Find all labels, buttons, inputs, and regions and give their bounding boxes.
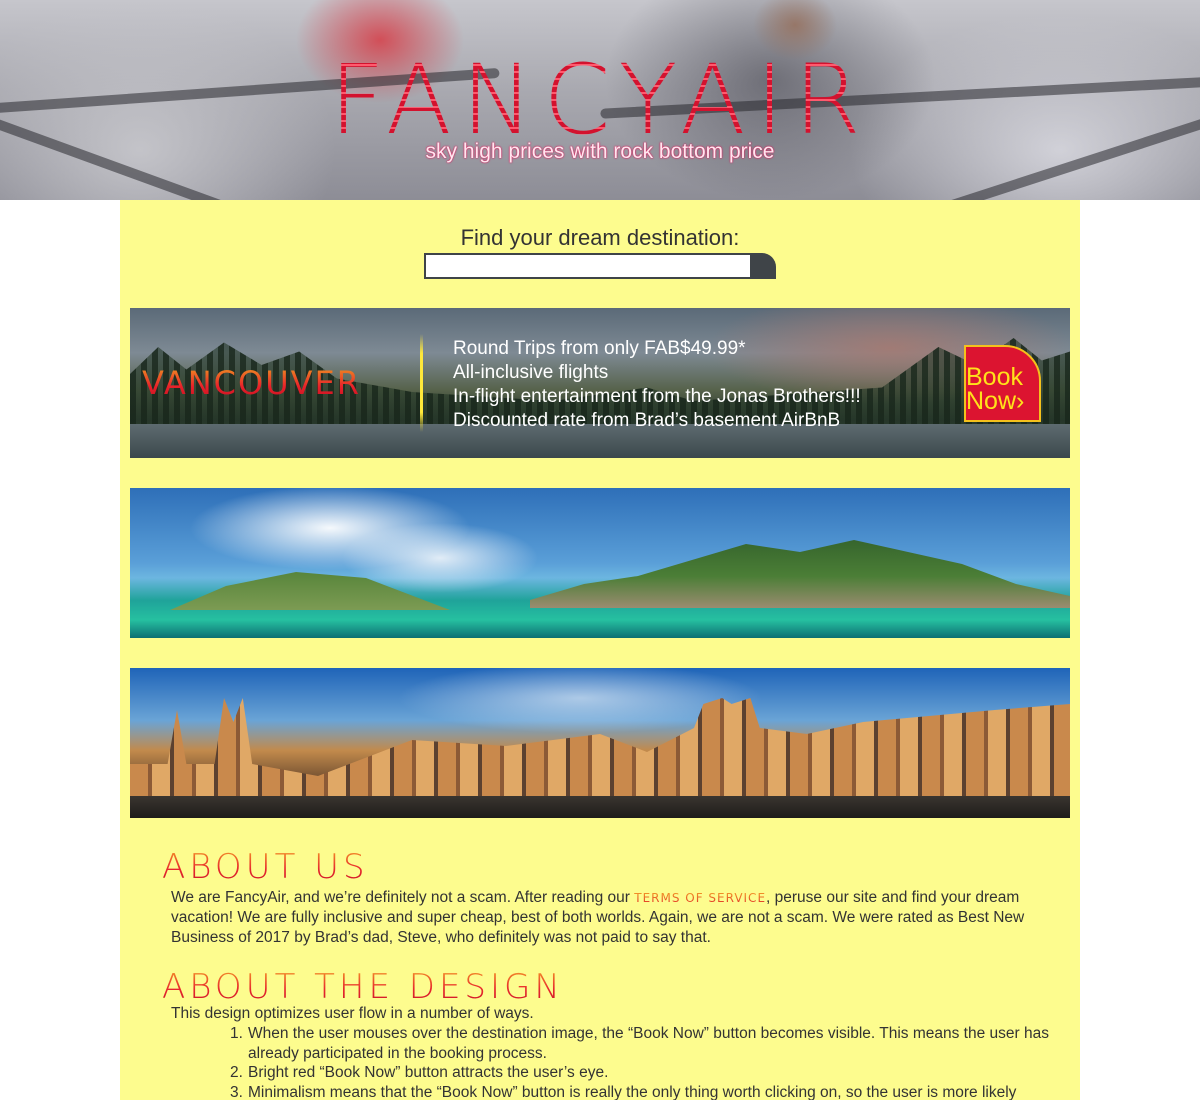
destination-perks-list: Round Trips from only FAB$49.99* All-inc… bbox=[453, 337, 861, 433]
perk-item: Round Trips from only FAB$49.99* bbox=[453, 338, 746, 359]
site-logo[interactable]: FANCYAIR bbox=[0, 52, 1200, 148]
book-now-label-line1: Book bbox=[966, 362, 1023, 391]
banner-divider bbox=[420, 334, 423, 432]
list-number: 2. bbox=[230, 1064, 243, 1081]
list-item: 2. Bright red “Book Now” button attracts … bbox=[230, 1063, 1058, 1083]
hill-scenery bbox=[170, 572, 450, 610]
town-square-scenery bbox=[130, 796, 1070, 818]
main-content: Find your dream destination: VANCOUVER R… bbox=[120, 200, 1080, 1100]
island-scenery bbox=[530, 540, 1070, 608]
destination-city-title: VANCOUVER bbox=[142, 364, 412, 402]
terms-of-service-link[interactable]: TERMS OF SERVICE bbox=[634, 891, 766, 905]
perk-item: All-inclusive flights bbox=[453, 362, 609, 383]
destination-banner-old-town[interactable] bbox=[130, 668, 1070, 818]
book-now-button[interactable]: Book Now› bbox=[964, 345, 1041, 422]
list-item: 1. When the user mouses over the destinat… bbox=[230, 1024, 1058, 1063]
destination-banner-coast[interactable] bbox=[130, 488, 1070, 638]
list-item-text: When the user mouses over the destinatio… bbox=[248, 1025, 1049, 1062]
about-design-heading: ABOUT THE DESIGN bbox=[162, 967, 564, 1007]
about-us-text: We are FancyAir, and we’re definitely no… bbox=[171, 888, 1051, 948]
list-item: 3. Minimalism means that the “Book Now” b… bbox=[230, 1083, 1058, 1100]
about-text-part1: We are FancyAir, and we’re definitely no… bbox=[171, 889, 635, 906]
site-tagline: sky high prices with rock bottom price bbox=[425, 140, 775, 163]
destination-search-input[interactable] bbox=[424, 253, 752, 279]
destination-banner-vancouver[interactable]: VANCOUVER Round Trips from only FAB$49.9… bbox=[130, 308, 1070, 458]
book-now-label-line2: Now› bbox=[966, 386, 1025, 415]
list-item-text: Minimalism means that the “Book Now” but… bbox=[248, 1083, 1017, 1100]
list-item-text: Bright red “Book Now” button attracts th… bbox=[248, 1064, 609, 1081]
perk-item: In-flight entertainment from the Jonas B… bbox=[453, 386, 861, 407]
search-title: Find your dream destination: bbox=[460, 225, 740, 250]
list-number: 3. bbox=[230, 1083, 243, 1100]
search-bar bbox=[424, 253, 776, 279]
design-points-list: 1. When the user mouses over the destinat… bbox=[230, 1024, 1058, 1100]
about-design-intro: This design optimizes user flow in a num… bbox=[171, 1005, 534, 1022]
search-submit-button[interactable] bbox=[750, 253, 776, 279]
list-number: 1. bbox=[230, 1025, 243, 1042]
perk-item: Discounted rate from Brad’s basement Air… bbox=[453, 410, 841, 431]
header-banner: FANCYAIR sky high prices with rock botto… bbox=[0, 0, 1200, 200]
about-us-heading: ABOUT US bbox=[162, 847, 369, 887]
